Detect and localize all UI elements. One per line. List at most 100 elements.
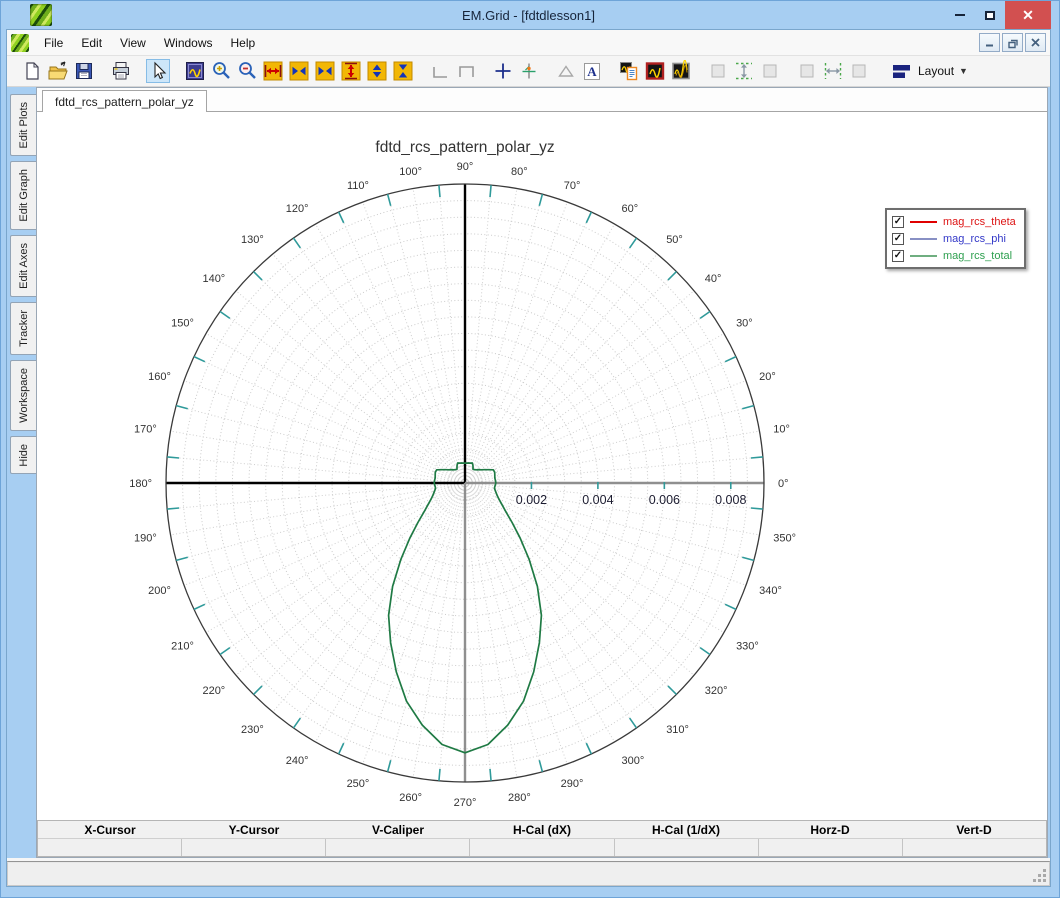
mdi-close-button[interactable] (1025, 33, 1046, 52)
angle-tick (489, 768, 492, 781)
fit-vertical-in-button[interactable] (391, 59, 415, 83)
toolbar-separator (605, 59, 616, 83)
tracker-column-h-cal-dx-: H-Cal (dX) (513, 823, 571, 837)
layout-dropdown-button[interactable]: Layout ▼ (883, 57, 976, 85)
angle-label: 140° (202, 273, 225, 285)
minimize-button[interactable] (945, 1, 975, 29)
menu-item-windows[interactable]: Windows (155, 32, 222, 54)
open-file-button[interactable] (46, 59, 70, 83)
angle-label: 130° (241, 234, 264, 246)
layout-label: Layout (918, 64, 955, 78)
select-cursor-icon (154, 61, 167, 80)
tracker-cross-icon (522, 63, 536, 79)
sidebar-tab-tracker[interactable]: Tracker (10, 301, 36, 355)
radial-tick-label: 0.006 (649, 493, 680, 507)
resize-grip[interactable] (1033, 869, 1047, 883)
angle-tick (193, 603, 206, 611)
plot-overlay-button[interactable] (669, 59, 693, 83)
fit-horizontal-in-button[interactable] (313, 59, 337, 83)
menu-item-view[interactable]: View (111, 32, 155, 54)
polar-gridline-spoke (464, 211, 592, 484)
close-button[interactable]: ✕ (1005, 1, 1051, 29)
angle-tick (750, 456, 763, 459)
legend-checkbox[interactable]: ✓ (892, 249, 904, 262)
toolbar: A Layout ▼ (7, 56, 1050, 87)
fit-vertical-out-button[interactable] (365, 59, 389, 83)
plot-report-icon (620, 62, 638, 81)
plot-properties-button[interactable] (183, 59, 207, 83)
angle-label: 320° (705, 685, 728, 697)
toolbar-separator (416, 59, 427, 83)
menu-item-help[interactable]: Help (222, 32, 265, 54)
tracker-column-y-cursor: Y-Cursor (228, 823, 280, 837)
box-left-b-button (795, 59, 819, 83)
polar-gridline-spoke (235, 290, 466, 484)
legend-item: ✓ mag_rcs_total (892, 247, 1016, 264)
menu-item-edit[interactable]: Edit (72, 32, 111, 54)
angle-tick (742, 556, 755, 562)
tracker-cross-button[interactable] (517, 59, 541, 83)
corner-caliper-top-button (454, 59, 478, 83)
toolbar-separator (171, 59, 182, 83)
angle-label: 20° (759, 371, 776, 383)
polar-gridline-spoke (464, 311, 711, 484)
maximize-button[interactable] (975, 1, 1005, 29)
box-right-a-button (758, 59, 782, 83)
menu-item-file[interactable]: File (35, 32, 72, 54)
polar-gridline-spoke (176, 482, 466, 561)
polar-gridline-spoke (235, 482, 466, 676)
angle-tick (585, 742, 593, 755)
sidebar-tab-edit-graph[interactable]: Edit Graph (10, 161, 36, 231)
polar-gridline-spoke (464, 237, 637, 484)
tracker-value-cell (469, 839, 614, 856)
tracker-value-cell (901, 839, 1046, 856)
angle-tick (253, 685, 263, 695)
document-tab[interactable]: fdtd_rcs_pattern_polar_yz (42, 90, 207, 112)
angle-label: 10° (773, 424, 790, 436)
window-title: EM.Grid - [fdtdlesson1] (462, 7, 595, 23)
expand-vertical-button[interactable] (339, 59, 363, 83)
sidebar-tab-edit-plots[interactable]: Edit Plots (10, 94, 36, 157)
angle-label: 50° (666, 234, 683, 246)
legend-item-label: mag_rcs_phi (943, 232, 1006, 245)
legend-item: ✓ mag_rcs_theta (892, 213, 1016, 230)
zoom-in-button[interactable] (209, 59, 233, 83)
sidebar-tab-workspace[interactable]: Workspace (10, 359, 36, 431)
polar-gridline-spoke (464, 482, 592, 755)
angle-tick (292, 237, 302, 249)
new-file-button[interactable] (20, 59, 44, 83)
mdi-close-icon (1031, 38, 1040, 47)
save-file-button[interactable] (72, 59, 96, 83)
polar-gridline-spoke (464, 356, 737, 484)
sidebar-tab-strip: Edit Plots Edit Graph Edit Axes Tracker Work… (7, 87, 36, 858)
legend-checkbox[interactable]: ✓ (892, 232, 904, 245)
text-label-button[interactable]: A (580, 59, 604, 83)
angle-tick (628, 237, 638, 249)
mdi-minimize-button[interactable] (979, 33, 1000, 52)
sidebar-tab-edit-axes[interactable]: Edit Axes (10, 235, 36, 297)
polar-gridline-spoke (464, 185, 492, 484)
box-right-a-icon (763, 64, 777, 78)
expand-horizontal-button[interactable] (261, 59, 285, 83)
fit-horizontal-out-button[interactable] (287, 59, 311, 83)
select-cursor-button[interactable] (146, 59, 170, 83)
angle-label: 100° (399, 166, 422, 178)
legend-checkbox[interactable]: ✓ (892, 215, 904, 228)
print-button[interactable] (109, 59, 133, 83)
crosshair-button[interactable] (491, 59, 515, 83)
angle-tick (386, 760, 392, 773)
angle-label: 350° (773, 532, 796, 544)
plot-frame-button[interactable] (643, 59, 667, 83)
zoom-out-icon (239, 62, 256, 79)
sidebar-tab-hide[interactable]: Hide (10, 435, 36, 475)
crosshair-icon (495, 63, 511, 79)
plot-area[interactable]: 0° 10° 20° 30° 40° 50° 60° 70° 80° 90° 100° 110° 120… (37, 112, 1047, 820)
angle-label: 300° (622, 755, 645, 767)
plot-report-button[interactable] (617, 59, 641, 83)
chart-title: fdtd_rcs_pattern_polar_yz (375, 139, 554, 156)
zoom-out-button[interactable] (235, 59, 259, 83)
mdi-restore-button[interactable] (1002, 33, 1023, 52)
mdi-restore-icon (1007, 39, 1018, 48)
plot-properties-icon (186, 62, 204, 80)
angle-tick (489, 185, 492, 198)
